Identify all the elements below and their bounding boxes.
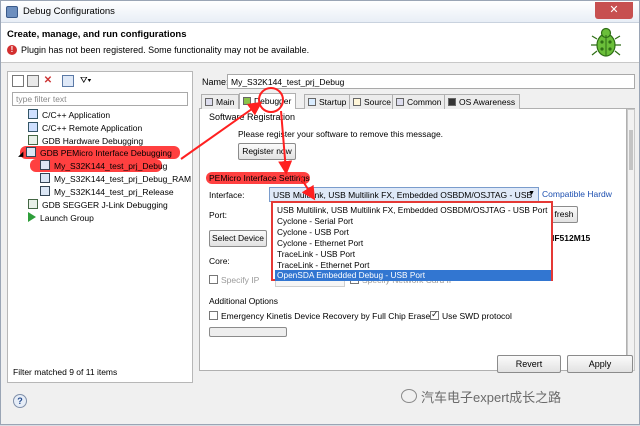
revert-button[interactable]: Revert [497, 355, 561, 373]
title-bar: Debug Configurations ✕ [1, 1, 639, 23]
tree-item-config-debug-ram[interactable]: My_S32K144_test_prj_Debug_RAM [40, 173, 191, 186]
name-label: Name: [202, 77, 229, 87]
device-value: IF512M15 [552, 233, 591, 243]
wechat-watermark-icon [401, 389, 417, 403]
register-now-button[interactable]: Register now [238, 143, 296, 160]
config-icon [40, 173, 50, 183]
c-app-icon [28, 109, 38, 119]
bug-icon [591, 27, 621, 57]
header-message: Plugin has not been registered. Some fun… [21, 45, 310, 55]
select-device-button[interactable]: Select Device [209, 230, 267, 247]
tab-source[interactable]: Source [349, 94, 396, 109]
interface-dropdown-list: USB Multilink, USB Multilink FX, Embedde… [271, 201, 553, 281]
register-message: Please register your software to remove … [238, 129, 444, 139]
checkbox-box [209, 311, 218, 320]
config-icon [40, 186, 50, 196]
help-icon[interactable]: ? [13, 394, 27, 408]
vertical-scrollbar[interactable] [627, 109, 635, 371]
emergency-kinetis-checkbox[interactable]: Emergency Kinetis Device Recovery by Ful… [209, 311, 430, 321]
tree-item-segger[interactable]: GDB SEGGER J-Link Debugging [28, 199, 168, 212]
error-icon: ! [7, 45, 17, 55]
interface-option[interactable]: USB Multilink, USB Multilink FX, Embedde… [275, 205, 551, 216]
filter-input[interactable]: type filter text [12, 92, 188, 106]
compatible-hardware-link[interactable]: Compatible Hardw [542, 189, 612, 199]
interface-option-selected[interactable]: OpenSDA Embedded Debug - USB Port [275, 270, 551, 281]
tab-main[interactable]: Main [201, 94, 240, 109]
interface-option[interactable]: TraceLink - Ethernet Port [275, 260, 551, 271]
tab-debugger[interactable]: Debugger [239, 93, 297, 110]
tree-toolbar: ✕ ⛛▾ [10, 74, 190, 90]
interface-option[interactable]: Cyclone - Serial Port [275, 216, 551, 227]
launch-group-icon [28, 212, 36, 222]
chevron-down-icon: ▼ [528, 190, 535, 197]
tab-bar: Main Debugger Startup Source Common OS A… [199, 93, 635, 110]
interface-option[interactable]: TraceLink - USB Port [275, 249, 551, 260]
watermark-text: 汽车电子expert成长之路 [421, 390, 562, 405]
name-field[interactable]: My_S32K144_test_prj_Debug [227, 74, 635, 89]
interface-option[interactable]: Cyclone - USB Port [275, 227, 551, 238]
additional-options-heading: Additional Options [209, 296, 278, 306]
segger-icon [28, 199, 38, 209]
partial-button[interactable] [209, 327, 287, 337]
port-label: Port: [209, 210, 227, 220]
tab-os-awareness[interactable]: OS Awareness [444, 94, 521, 109]
config-icon [40, 160, 50, 170]
startup-tab-icon [308, 98, 316, 106]
header-title: Create, manage, and run configurations [7, 29, 187, 40]
interface-select[interactable]: USB Multilink, USB Multilink FX, Embedde… [269, 187, 539, 202]
specify-ip-checkbox[interactable]: Specify IP [209, 275, 259, 285]
dialog-header: Create, manage, and run configurations !… [1, 23, 639, 63]
c-remote-icon [28, 122, 38, 132]
use-swd-checkbox[interactable]: Use SWD protocol [430, 309, 512, 321]
tree-item-pemicro[interactable]: ◢ GDB PEMicro Interface Debugging [18, 147, 172, 160]
debugger-tab-icon [243, 97, 251, 105]
checkbox-checked [430, 309, 439, 320]
debug-configurations-window: Debug Configurations ✕ Create, manage, a… [0, 0, 640, 425]
tab-startup[interactable]: Startup [304, 94, 352, 109]
configuration-tree-panel: ✕ ⛛▾ type filter text C/C++ Application … [7, 71, 193, 383]
pemicro-settings-heading: PEMicro Interface Settings [209, 173, 310, 183]
interface-label: Interface: [209, 190, 245, 200]
collapse-all-icon[interactable] [62, 75, 74, 87]
new-config-icon[interactable] [12, 75, 24, 87]
delete-icon[interactable]: ✕ [42, 75, 54, 87]
checkbox-box [209, 275, 218, 284]
close-button[interactable]: ✕ [595, 2, 633, 19]
pemicro-icon [26, 147, 36, 157]
software-registration-heading: Software Registration [209, 112, 296, 122]
interface-option[interactable]: Cyclone - Ethernet Port [275, 238, 551, 249]
filter-icon[interactable]: ⛛▾ [80, 75, 92, 87]
scrollbar-thumb[interactable] [629, 130, 633, 170]
apply-button[interactable]: Apply [567, 355, 633, 373]
tree-item-config-release[interactable]: My_S32K144_test_prj_Release [40, 186, 174, 199]
refresh-button[interactable]: fresh [550, 206, 578, 223]
gdb-hw-icon [28, 135, 38, 145]
filter-status: Filter matched 9 of 11 items [13, 367, 118, 377]
tab-common[interactable]: Common [392, 94, 447, 109]
os-awareness-tab-icon [448, 98, 456, 106]
expand-toggle-icon[interactable]: ◢ [18, 150, 26, 158]
tree-item-launch-group[interactable]: Launch Group [28, 212, 94, 225]
common-tab-icon [396, 98, 404, 106]
tree-item-c-remote[interactable]: C/C++ Remote Application [28, 122, 142, 135]
app-icon [6, 6, 18, 18]
window-title: Debug Configurations [23, 6, 115, 17]
duplicate-icon[interactable] [27, 75, 39, 87]
tree-item-c-app[interactable]: C/C++ Application [28, 109, 110, 122]
core-label: Core: [209, 256, 230, 266]
main-tab-icon [205, 98, 213, 106]
source-tab-icon [353, 98, 361, 106]
tree-item-config-debug[interactable]: My_S32K144_test_prj_Debug [40, 160, 167, 173]
